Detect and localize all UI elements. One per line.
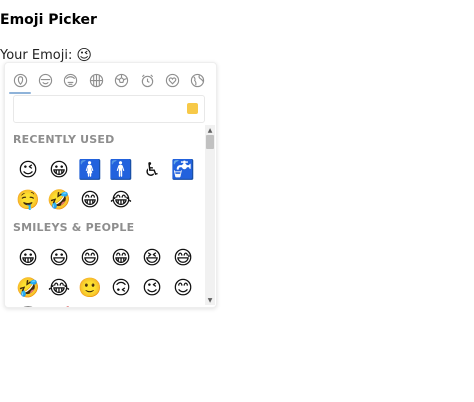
search-box — [13, 95, 205, 123]
emoji-button[interactable]: 😁 — [75, 189, 105, 211]
emoji-button[interactable]: 😂 — [106, 189, 136, 211]
globe-icon — [89, 73, 103, 87]
emoji-button[interactable]: 🤣 — [13, 277, 43, 299]
ball-icon — [115, 73, 129, 87]
emoji-button[interactable]: 🚰 — [168, 159, 198, 181]
tab-animals[interactable] — [87, 71, 105, 89]
emoji-button[interactable]: 😄 — [75, 247, 105, 269]
category-bar — [9, 69, 207, 94]
tab-symbols[interactable] — [164, 71, 182, 89]
clock-face-icon — [13, 73, 27, 87]
emoji-button[interactable]: 😊 — [168, 277, 198, 299]
emoji-picker: RECENTLY USED 😉 😀 🚺 🚹 ♿ 🚰 🤤 🤣 😁 😂 SMILEY… — [4, 62, 217, 308]
emoji-button[interactable]: 🤤 — [13, 189, 43, 211]
alarm-clock-icon — [141, 73, 153, 87]
page-title: Emoji Picker — [0, 12, 97, 28]
emoji-button[interactable]: 😆 — [137, 247, 167, 269]
section-title-smileys: SMILEYS & PEOPLE — [13, 221, 135, 234]
emoji-button[interactable]: 😃 — [44, 247, 74, 269]
selected-emoji: 😉 — [76, 45, 92, 64]
emoji-button[interactable]: 😍 — [75, 307, 105, 308]
emoji-button[interactable]: 🚺 — [75, 159, 105, 181]
scroll-up-arrow-icon[interactable]: ▲ — [205, 125, 215, 135]
emoji-button[interactable]: 🥰 — [44, 307, 74, 308]
section-title-recent: RECENTLY USED — [13, 133, 115, 146]
emoji-button[interactable]: ♿ — [137, 159, 167, 181]
emoji-button[interactable]: 🤣 — [44, 189, 74, 211]
person-icon — [64, 73, 78, 87]
your-emoji-label: Your Emoji: — [0, 47, 73, 63]
scroll-thumb[interactable] — [206, 135, 214, 149]
emoji-button[interactable]: 😉 — [13, 159, 43, 181]
tab-people[interactable] — [62, 71, 80, 89]
tab-smileys[interactable] — [36, 71, 54, 89]
scroll-down-arrow-icon[interactable]: ▼ — [205, 295, 215, 305]
tab-objects[interactable] — [138, 71, 156, 89]
emoji-button[interactable]: 😅 — [168, 247, 198, 269]
smileys-emoji-grid: 😀 😃 😄 😁 😆 😅 🤣 😂 🙂 🙃 😉 😊 😇 🥰 😍 🤩 😘 😗 — [13, 247, 203, 308]
search-input[interactable] — [14, 96, 186, 120]
emoji-button[interactable]: 🙂 — [75, 277, 105, 299]
emoji-button[interactable]: 🚹 — [106, 159, 136, 181]
emoji-button[interactable]: 😘 — [137, 307, 167, 308]
tab-recent[interactable] — [9, 71, 31, 94]
tab-activity[interactable] — [113, 71, 131, 89]
emoji-button[interactable]: 😀 — [13, 247, 43, 269]
emoji-button[interactable]: 🤩 — [106, 307, 136, 308]
skin-tone-button[interactable] — [187, 103, 198, 114]
emoji-button[interactable]: 😁 — [106, 247, 136, 269]
emoji-button[interactable]: 😉 — [137, 277, 167, 299]
emoji-button[interactable]: 😀 — [44, 159, 74, 181]
emoji-button[interactable]: 😇 — [13, 307, 43, 308]
emoji-button[interactable]: 😂 — [44, 277, 74, 299]
emoji-button[interactable]: 🙃 — [106, 277, 136, 299]
heart-icon — [165, 73, 180, 87]
earth-icon — [191, 73, 205, 87]
smiley-icon — [38, 73, 53, 87]
tab-flags[interactable] — [189, 71, 207, 89]
recent-emoji-grid: 😉 😀 🚺 🚹 ♿ 🚰 🤤 🤣 😁 😂 — [13, 159, 203, 211]
scrollbar[interactable]: ▲ ▼ — [205, 125, 215, 305]
emoji-button[interactable]: 😗 — [168, 307, 198, 308]
